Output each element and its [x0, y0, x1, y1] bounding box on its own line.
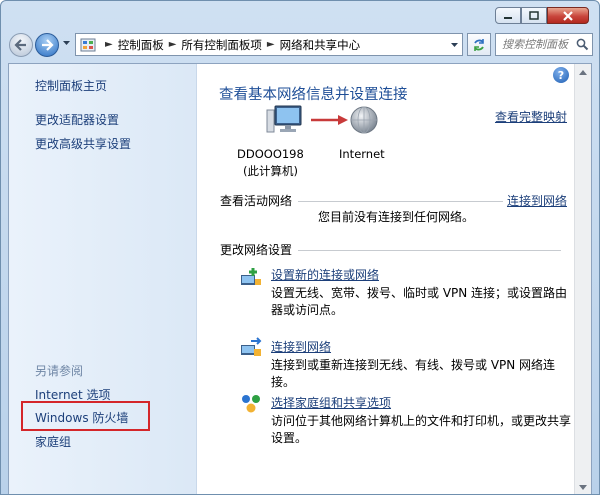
active-networks-heading: 查看活动网络: [220, 194, 293, 208]
breadcrumb: ► 控制面板 ► 所有控制面板项 ► 网络和共享中心: [100, 37, 360, 53]
scroll-up-icon: [579, 70, 587, 75]
highlight-box: [21, 401, 150, 431]
breadcrumb-all-items[interactable]: 所有控制面板项: [181, 37, 262, 53]
connection-arrow-icon: [311, 115, 348, 125]
setup-new-connection-desc: 设置无线、宽带、拨号、临时或 VPN 连接；或设置路由器或访问点。: [271, 286, 568, 317]
connect-network-icon: [241, 337, 262, 356]
forward-button[interactable]: [35, 33, 59, 57]
help-button[interactable]: ?: [553, 67, 569, 83]
new-connection-icon: [241, 268, 261, 285]
connection-status-text: 您目前没有连接到任何网络。: [318, 210, 475, 224]
breadcrumb-control-panel[interactable]: 控制面板: [118, 37, 164, 53]
main-pane: ? 查看基本网络信息并设置连接 查看完整映射 DDOOO198 (此计算机) I…: [197, 64, 573, 494]
active-networks-divider: [298, 201, 503, 202]
maximize-button[interactable]: [521, 7, 547, 24]
control-panel-icon: [80, 38, 96, 51]
homegroup-link[interactable]: 家庭组: [35, 433, 71, 450]
computer-sub-label: (此计算机): [243, 164, 298, 178]
minimize-button[interactable]: [495, 7, 521, 24]
task-pane: 控制面板主页 更改适配器设置 更改高级共享设置 另请参阅 Internet 选项…: [9, 64, 197, 494]
computer-name-label: DDOOO198: [237, 147, 304, 161]
navigation-bar: ► 控制面板 ► 所有控制面板项 ► 网络和共享中心: [9, 32, 593, 58]
connect-to-network-link[interactable]: 连接到网络: [507, 192, 567, 209]
search-icon[interactable]: [576, 38, 589, 51]
refresh-icon: [474, 38, 484, 51]
connect-to-network-task-desc: 连接到或重新连接到无线、有线、拨号或 VPN 网络连接。: [271, 358, 556, 389]
scroll-up-button[interactable]: [575, 64, 591, 81]
homegroup-icon: [242, 395, 260, 413]
content-area: 控制面板主页 更改适配器设置 更改高级共享设置 另请参阅 Internet 选项…: [8, 63, 592, 494]
page-title: 查看基本网络信息并设置连接: [219, 87, 408, 103]
search-input[interactable]: [502, 38, 572, 51]
chevron-down-icon: [450, 42, 458, 47]
caption-buttons: [495, 7, 589, 24]
close-button[interactable]: [547, 7, 589, 24]
change-adapter-settings-link[interactable]: 更改适配器设置: [35, 111, 119, 128]
homegroup-sharing-link[interactable]: 选择家庭组和共享选项: [271, 394, 391, 411]
address-bar[interactable]: ► 控制面板 ► 所有控制面板项 ► 网络和共享中心: [75, 33, 463, 56]
recent-pages-dropdown-icon[interactable]: [62, 40, 71, 46]
connect-to-network-task-link[interactable]: 连接到网络: [271, 338, 331, 355]
window: ► 控制面板 ► 所有控制面板项 ► 网络和共享中心 搜索控制面板 控制面板主页…: [0, 0, 600, 495]
homegroup-sharing-desc: 访问位于其他网络计算机上的文件和打印机，或更改共享设置。: [271, 414, 572, 445]
vertical-scrollbar[interactable]: [574, 64, 591, 494]
refresh-button[interactable]: [467, 33, 491, 56]
back-arrow-icon: [14, 39, 26, 51]
change-settings-divider: [298, 250, 561, 251]
breadcrumb-network-center[interactable]: 网络和共享中心: [280, 37, 361, 53]
scroll-down-icon: [579, 485, 587, 490]
change-advanced-sharing-link[interactable]: 更改高级共享设置: [35, 135, 131, 152]
setup-new-connection-link[interactable]: 设置新的连接或网络: [271, 266, 379, 283]
breadcrumb-chevron-icon[interactable]: ►: [267, 39, 275, 50]
back-button[interactable]: [9, 33, 33, 57]
maximize-icon: [529, 11, 539, 20]
internet-label: Internet: [339, 147, 385, 161]
change-settings-heading: 更改网络设置: [220, 243, 293, 257]
close-icon: [563, 10, 573, 21]
view-full-map-link[interactable]: 查看完整映射: [495, 108, 567, 125]
search-box: [495, 33, 593, 56]
forward-arrow-icon: [42, 39, 54, 51]
see-also-label: 另请参阅: [35, 364, 84, 378]
address-history-dropdown[interactable]: [446, 34, 462, 55]
control-panel-home-link[interactable]: 控制面板主页: [35, 77, 107, 94]
globe-icon[interactable]: [349, 105, 379, 135]
minimize-icon: [504, 16, 512, 19]
breadcrumb-chevron-icon[interactable]: ►: [169, 39, 177, 50]
computer-icon[interactable]: [265, 104, 303, 136]
scroll-down-button[interactable]: [575, 479, 591, 494]
breadcrumb-chevron-icon[interactable]: ►: [105, 39, 113, 50]
